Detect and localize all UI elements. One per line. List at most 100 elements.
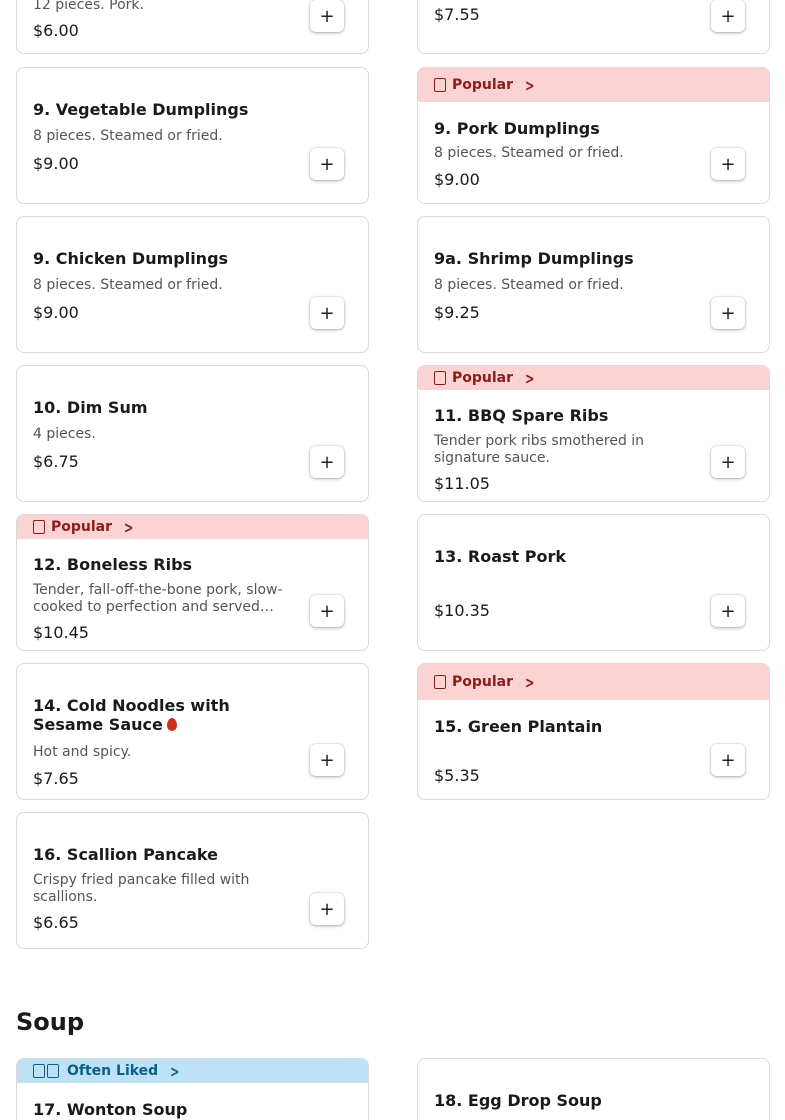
item-description: 8 pieces. Steamed or fried. (434, 145, 624, 161)
menu-item-card[interactable]: Popular > 9. Pork Dumplings 8 pieces. St… (417, 67, 770, 204)
item-description: 8 pieces. Steamed or fried. (434, 277, 624, 293)
item-price: $10.45 (33, 623, 89, 642)
popular-badge[interactable]: Popular > (418, 68, 769, 102)
add-button[interactable]: + (310, 893, 344, 925)
item-price: $7.65 (33, 769, 79, 788)
badge-icon (33, 520, 45, 534)
menu-item-card[interactable]: Popular > 11. BBQ Spare Ribs Tender pork… (417, 365, 770, 502)
menu-item-card[interactable]: 12 pieces. Pork. $6.00 + (16, 0, 369, 54)
item-price: $9.25 (434, 303, 480, 322)
item-price: $6.75 (33, 452, 79, 471)
badge-icon (434, 675, 446, 689)
item-description: 12 pieces. Pork. (33, 0, 144, 13)
item-price: $10.35 (434, 601, 490, 620)
add-button[interactable]: + (711, 595, 745, 627)
chevron-right-icon: > (525, 672, 535, 692)
plus-icon: + (319, 5, 335, 27)
menu-item-card[interactable]: 13. Roast Pork $10.35 + (417, 514, 770, 651)
item-price: $7.55 (434, 5, 480, 24)
item-title: 9a. Shrimp Dumplings (434, 249, 634, 268)
badge-label: Popular (452, 674, 514, 690)
add-button[interactable]: + (310, 744, 344, 776)
plus-icon: + (720, 451, 736, 473)
item-price: $9.00 (33, 303, 79, 322)
plus-icon: + (319, 302, 335, 324)
plus-icon: + (720, 600, 736, 622)
item-title: 9. Vegetable Dumplings (33, 100, 249, 119)
menu-item-card[interactable]: Often Liked > 17. Wonton Soup (16, 1058, 369, 1120)
popular-badge[interactable]: Popular > (418, 664, 769, 700)
item-title: 13. Roast Pork (434, 547, 567, 566)
menu-item-card[interactable]: 9. Chicken Dumplings 8 pieces. Steamed o… (16, 216, 369, 353)
item-title: 15. Green Plantain (434, 717, 603, 736)
popular-badge[interactable]: Popular > (418, 366, 769, 390)
item-title: 14. Cold Noodles with Sesame Sauce (33, 696, 293, 734)
plus-icon: + (720, 302, 736, 324)
item-title: 16. Scallion Pancake (33, 845, 218, 864)
menu-item-card[interactable]: $7.55 + (417, 0, 770, 54)
menu-item-card[interactable]: Popular > 12. Boneless Ribs Tender, fall… (16, 514, 369, 651)
add-button[interactable]: + (711, 744, 745, 776)
item-description: Tender pork ribs smothered in signature … (434, 433, 645, 466)
plus-icon: + (720, 153, 736, 175)
plus-icon: + (319, 451, 335, 473)
section-title-soup: Soup (16, 1008, 85, 1036)
often-liked-badge[interactable]: Often Liked > (17, 1059, 368, 1083)
plus-icon: + (720, 749, 736, 771)
item-title-text: 14. Cold Noodles with Sesame Sauce (33, 696, 230, 734)
menu-item-card[interactable]: 16. Scallion Pancake Crispy fried pancak… (16, 812, 369, 949)
item-description: 8 pieces. Steamed or fried. (33, 277, 223, 293)
chevron-right-icon: > (170, 1061, 180, 1081)
menu-item-card[interactable]: 9a. Shrimp Dumplings 8 pieces. Steamed o… (417, 216, 770, 353)
plus-icon: + (319, 600, 335, 622)
add-button[interactable]: + (711, 446, 745, 478)
item-description: Crispy fried pancake filled with scallio… (33, 872, 250, 905)
item-title: 18. Egg Drop Soup (434, 1091, 602, 1110)
item-title: 12. Boneless Ribs (33, 555, 193, 574)
badge-label: Often Liked (67, 1063, 159, 1079)
badge-label: Popular (51, 519, 113, 535)
item-title: 9. Pork Dumplings (434, 119, 600, 138)
item-description: 8 pieces. Steamed or fried. (33, 128, 223, 144)
item-price: $6.65 (33, 913, 79, 932)
item-description: 4 pieces. (33, 426, 96, 442)
menu-item-card[interactable]: 9. Vegetable Dumplings 8 pieces. Steamed… (16, 67, 369, 204)
plus-icon: + (319, 898, 335, 920)
item-title: 10. Dim Sum (33, 398, 148, 417)
chevron-right-icon: > (525, 368, 535, 388)
badge-icon (434, 78, 446, 92)
add-button[interactable]: + (310, 595, 344, 627)
item-title: 9. Chicken Dumplings (33, 249, 229, 268)
menu-item-card[interactable]: 10. Dim Sum 4 pieces. $6.75 + (16, 365, 369, 502)
item-description: Hot and spicy. (33, 744, 132, 760)
item-price: $11.05 (434, 474, 490, 493)
badge-icon (434, 371, 446, 385)
plus-icon: + (319, 153, 335, 175)
add-button[interactable]: + (711, 0, 745, 32)
chevron-right-icon: > (124, 517, 134, 537)
badge-label: Popular (452, 77, 514, 93)
menu-item-card[interactable]: 18. Egg Drop Soup (417, 1058, 770, 1120)
add-button[interactable]: + (711, 297, 745, 329)
item-title: 17. Wonton Soup (33, 1100, 188, 1119)
menu-item-card[interactable]: Popular > 15. Green Plantain $5.35 + (417, 663, 770, 800)
badge-label: Popular (452, 370, 514, 386)
add-button[interactable]: + (310, 148, 344, 180)
popular-badge[interactable]: Popular > (17, 515, 368, 539)
menu-item-card[interactable]: 14. Cold Noodles with Sesame Sauce Hot a… (16, 663, 369, 800)
add-button[interactable]: + (711, 148, 745, 180)
plus-icon: + (319, 749, 335, 771)
item-description: Tender, fall-off-the-bone pork, slow-coo… (33, 582, 283, 615)
plus-icon: + (720, 5, 736, 27)
add-button[interactable]: + (310, 0, 344, 32)
fire-icon (166, 718, 177, 731)
item-title: 11. BBQ Spare Ribs (434, 406, 609, 425)
item-price: $9.00 (33, 154, 79, 173)
item-price: $6.00 (33, 21, 79, 40)
badge-icon (47, 1064, 59, 1078)
item-price: $5.35 (434, 766, 480, 785)
chevron-right-icon: > (525, 75, 535, 95)
add-button[interactable]: + (310, 446, 344, 478)
item-price: $9.00 (434, 170, 480, 189)
add-button[interactable]: + (310, 297, 344, 329)
